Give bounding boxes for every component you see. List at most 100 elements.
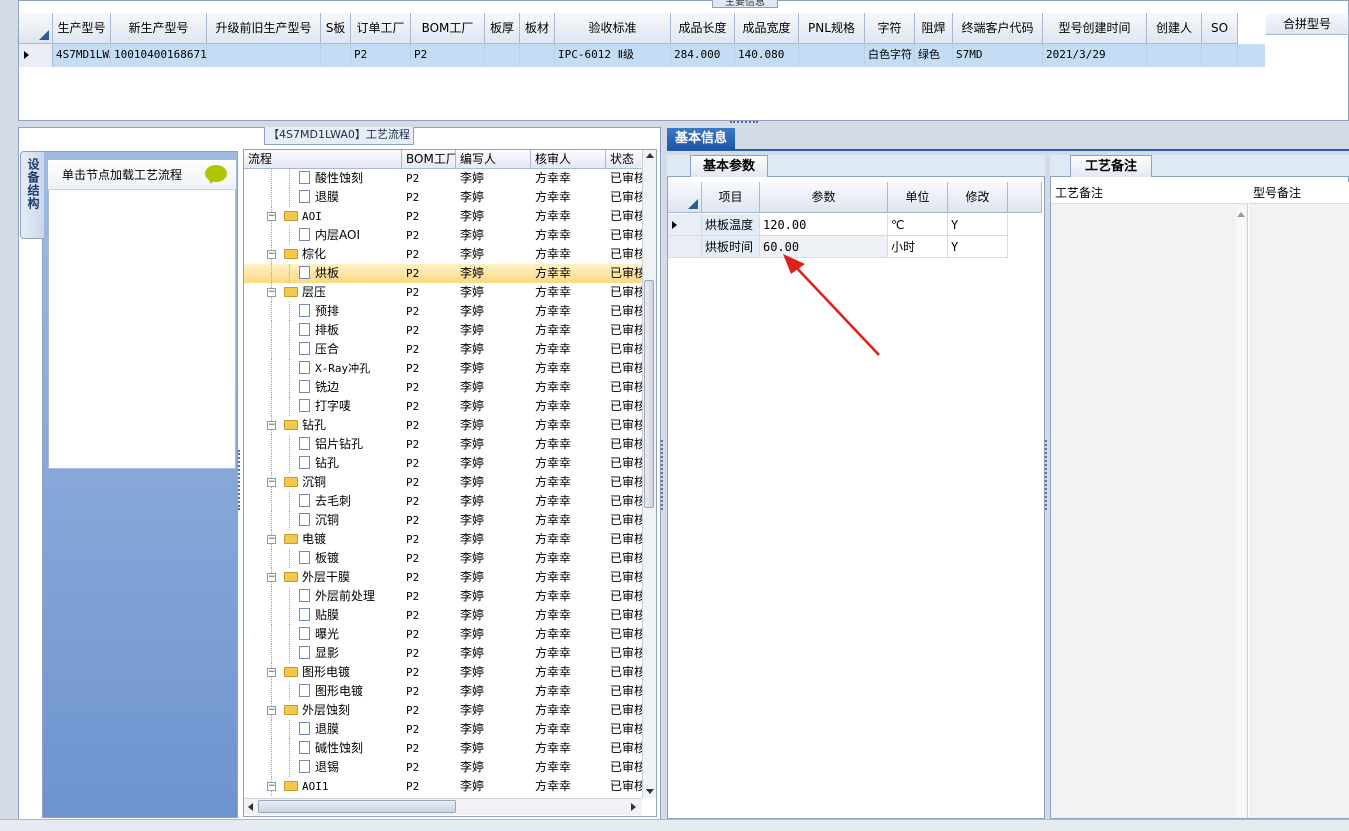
table-cell[interactable]: 10010400168671 [111, 44, 207, 67]
tree-node[interactable]: 曝光 [299, 625, 339, 644]
tree-node[interactable]: 图形电镀 [284, 663, 350, 682]
scroll-up-icon[interactable] [646, 153, 654, 158]
tree-node[interactable]: 去毛刺 [299, 492, 351, 511]
tree-column-header[interactable]: 编写人 [456, 150, 531, 169]
column-header[interactable]: 生产型号 [53, 13, 111, 44]
tree-row[interactable]: − AOI1 P2 李婷 方幸幸 已审核 [244, 777, 644, 796]
tree-row[interactable]: 曝光 P2 李婷 方幸幸 已审核 [244, 625, 644, 644]
column-header[interactable]: 型号创建时间 [1043, 13, 1147, 44]
collapse-icon[interactable]: − [267, 421, 276, 430]
tree-row[interactable]: 显影 P2 李婷 方幸幸 已审核 [244, 644, 644, 663]
params-cell-unit[interactable]: 小时 [888, 236, 948, 258]
collapse-icon[interactable]: − [267, 782, 276, 791]
scroll-left-icon[interactable] [248, 803, 253, 811]
tree-row[interactable]: 酸性蚀刻 P2 李婷 方幸幸 已审核 [244, 169, 644, 188]
tree-node[interactable]: 钻孔 [299, 454, 339, 473]
tree-row[interactable]: − 钻孔 P2 李婷 方幸幸 已审核 [244, 416, 644, 435]
params-column-header[interactable]: 单位 [888, 182, 948, 213]
collapse-icon[interactable]: − [267, 573, 276, 582]
column-header[interactable]: 成品宽度 [735, 13, 799, 44]
tree-row[interactable]: 贴膜 P2 李婷 方幸幸 已审核 [244, 606, 644, 625]
column-header[interactable]: 终端客户代码 [953, 13, 1043, 44]
tree-row[interactable]: X-Ray冲孔 P2 李婷 方幸幸 已审核 [244, 359, 644, 378]
tree-row[interactable]: 退锡 P2 李婷 方幸幸 已审核 [244, 758, 644, 777]
tree-node[interactable]: 外层干膜 [284, 568, 350, 587]
column-header[interactable]: 板材 [520, 13, 555, 44]
column-header[interactable]: 字符 [865, 13, 915, 44]
tree-row[interactable]: 去毛刺 P2 李婷 方幸幸 已审核 [244, 492, 644, 511]
column-header[interactable]: PNL规格 [799, 13, 865, 44]
column-header[interactable]: 创建人 [1147, 13, 1202, 44]
params-column-header[interactable]: 项目 [702, 182, 760, 213]
tree-vertical-thumb[interactable] [644, 280, 654, 508]
table-cell[interactable]: 绿色 [915, 44, 953, 67]
collapse-icon[interactable]: − [267, 288, 276, 297]
table-cell[interactable] [799, 44, 865, 67]
tree-node[interactable]: 铣边 [299, 378, 339, 397]
params-row[interactable]: 烘板温度 120.00 ℃ Y [668, 214, 1042, 236]
table-cell[interactable]: P2 [411, 44, 485, 67]
tree-node[interactable]: 钻孔 [284, 416, 326, 435]
table-cell[interactable]: 140.080 [735, 44, 799, 67]
tree-row[interactable]: − 外层蚀刻 P2 李婷 方幸幸 已审核 [244, 701, 644, 720]
tree-node[interactable]: 图形电镀 [299, 682, 363, 701]
tree-row[interactable]: 板镀 P2 李婷 方幸幸 已审核 [244, 549, 644, 568]
tree-row[interactable]: 外层前处理 P2 李婷 方幸幸 已审核 [244, 587, 644, 606]
tree-node[interactable]: 外层前处理 [299, 587, 375, 606]
tree-node[interactable]: 贴膜 [299, 606, 339, 625]
tree-row[interactable]: 烘板 P2 李婷 方幸幸 已审核 [244, 264, 644, 283]
collapse-icon[interactable]: − [267, 250, 276, 259]
left-splitter-grip[interactable] [238, 450, 242, 510]
column-header[interactable]: BOM工厂 [411, 13, 485, 44]
collapse-icon[interactable]: − [267, 535, 276, 544]
params-column-header[interactable]: 参数 [760, 182, 888, 213]
tree-column-header[interactable]: 状态 [606, 150, 644, 169]
tree-row[interactable]: − 棕化 P2 李婷 方幸幸 已审核 [244, 245, 644, 264]
tree-row[interactable]: − 电镀 P2 李婷 方幸幸 已审核 [244, 530, 644, 549]
column-header[interactable]: SO [1202, 13, 1238, 44]
tree-row[interactable]: 排板 P2 李婷 方幸幸 已审核 [244, 321, 644, 340]
tree-column-header[interactable]: 核审人 [531, 150, 606, 169]
tree-row[interactable]: 退膜 P2 李婷 方幸幸 已审核 [244, 720, 644, 739]
tree-row[interactable]: 沉铜 P2 李婷 方幸幸 已审核 [244, 511, 644, 530]
params-cell-unit[interactable]: ℃ [888, 214, 948, 236]
column-header[interactable]: 升级前旧生产型号 [207, 13, 321, 44]
params-column-header[interactable]: 修改 [948, 182, 1008, 213]
tab-basic-info[interactable]: 基本信息 [667, 128, 735, 150]
tree-row[interactable]: − 图形电镀 P2 李婷 方幸幸 已审核 [244, 663, 644, 682]
tree-node[interactable]: 铝片钻孔 [299, 435, 363, 454]
table-cell[interactable]: 白色字符 [865, 44, 915, 67]
table-cell[interactable] [207, 44, 321, 67]
tree-node[interactable]: 电镀 [284, 530, 326, 549]
equipment-hint-bar[interactable]: 单击节点加载工艺流程 [48, 160, 236, 190]
tree-horizontal-thumb[interactable] [258, 800, 456, 813]
params-cell-modify[interactable]: Y [948, 214, 1008, 236]
table-cell[interactable] [485, 44, 520, 67]
tree-row[interactable]: − AOI P2 李婷 方幸幸 已审核 [244, 207, 644, 226]
side-tab-equipment[interactable]: 设备结构 [20, 151, 44, 239]
tree-node[interactable]: 沉铜 [299, 511, 339, 530]
tree-row[interactable]: − 外层干膜 P2 李婷 方幸幸 已审核 [244, 568, 644, 587]
params-cell-modify[interactable]: Y [948, 236, 1008, 258]
tree-node[interactable]: 层压 [284, 283, 326, 302]
remark-scrollbar[interactable] [1236, 206, 1246, 818]
table-cell[interactable]: 284.000 [671, 44, 735, 67]
tree-node[interactable]: 显影 [299, 644, 339, 663]
tree-row[interactable]: 压合 P2 李婷 方幸幸 已审核 [244, 340, 644, 359]
collapse-icon[interactable]: − [267, 668, 276, 677]
collapse-icon[interactable]: − [267, 478, 276, 487]
tree-row[interactable]: 内层AOI P2 李婷 方幸幸 已审核 [244, 226, 644, 245]
splitter-grip[interactable] [730, 121, 758, 126]
column-header[interactable]: S板 [321, 13, 351, 44]
column-header[interactable]: 验收标准 [555, 13, 671, 44]
tree-row[interactable]: 图形电镀 P2 李婷 方幸幸 已审核 [244, 682, 644, 701]
tree-node[interactable]: AOI [284, 207, 322, 226]
params-cell-value[interactable]: 120.00 [760, 214, 888, 236]
tree-column-header[interactable]: 流程 [244, 150, 402, 169]
tree-row[interactable]: 退膜 P2 李婷 方幸幸 已审核 [244, 188, 644, 207]
table-cell[interactable] [1147, 44, 1202, 67]
tree-node[interactable]: 退膜 [299, 720, 339, 739]
tree-row[interactable]: 铝片钻孔 P2 李婷 方幸幸 已审核 [244, 435, 644, 454]
tree-node[interactable]: 烘板 [299, 264, 339, 283]
collapse-icon[interactable]: − [267, 706, 276, 715]
